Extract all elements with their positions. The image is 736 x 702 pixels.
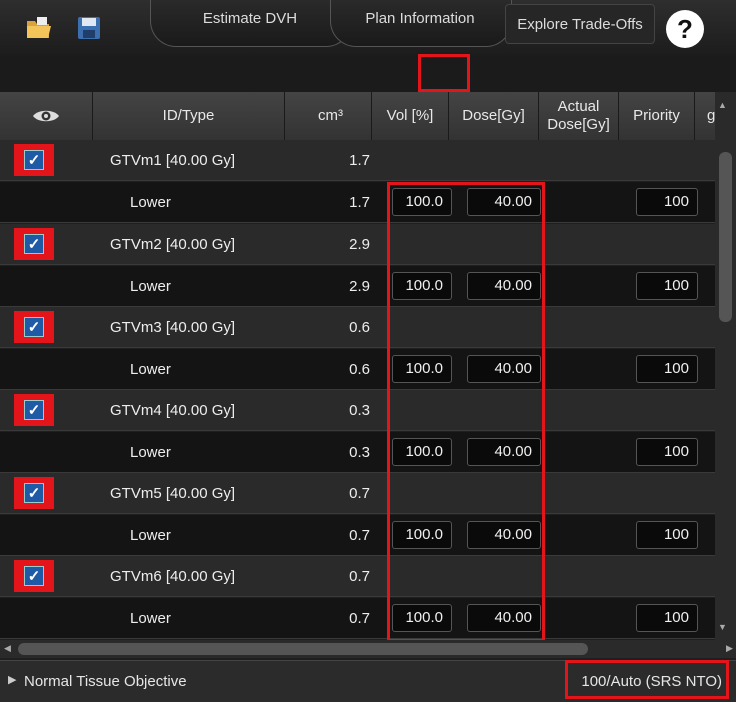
scroll-right-icon[interactable]: ▶ bbox=[726, 643, 733, 654]
priority-input[interactable]: 100 bbox=[636, 521, 698, 549]
vol-percent-input[interactable]: 100.0 bbox=[392, 604, 452, 632]
open-folder-icon[interactable] bbox=[24, 14, 54, 42]
structure-name: GTVm6 [40.00 Gy] bbox=[110, 568, 236, 585]
constraint-row[interactable]: Lower 0.3 100.0 40.00 100 bbox=[0, 432, 715, 473]
checkmark-icon: ✓ bbox=[24, 400, 44, 420]
vertical-scroll-thumb[interactable] bbox=[719, 152, 732, 322]
constraint-row[interactable]: Lower 0.7 100.0 40.00 100 bbox=[0, 598, 715, 639]
structure-row[interactable]: ✓ GTVm3 [40.00 Gy] 0.6 bbox=[0, 307, 715, 348]
constraint-type: Lower bbox=[130, 610, 171, 627]
constraint-volume: 0.6 bbox=[349, 361, 370, 378]
eye-icon bbox=[33, 110, 59, 122]
priority-input[interactable]: 100 bbox=[636, 272, 698, 300]
save-icon[interactable] bbox=[74, 14, 104, 42]
visibility-checkbox[interactable]: ✓ bbox=[14, 560, 54, 592]
dose-input[interactable]: 40.00 bbox=[467, 438, 541, 466]
structure-volume: 1.7 bbox=[349, 152, 370, 169]
vol-percent-input[interactable]: 100.0 bbox=[392, 521, 452, 549]
dose-input[interactable]: 40.00 bbox=[467, 355, 541, 383]
header-actual-dose[interactable]: Actual Dose[Gy] bbox=[539, 92, 619, 140]
constraint-volume: 0.7 bbox=[349, 610, 370, 627]
structure-name: GTVm5 [40.00 Gy] bbox=[110, 485, 236, 502]
structure-name: GTVm3 [40.00 Gy] bbox=[110, 319, 236, 336]
structure-volume: 0.7 bbox=[349, 485, 370, 502]
constraint-volume: 1.7 bbox=[349, 194, 370, 211]
expand-arrow-icon[interactable]: ▶ bbox=[8, 673, 16, 686]
nto-label: Normal Tissue Objective bbox=[24, 673, 187, 690]
priority-input[interactable]: 100 bbox=[636, 604, 698, 632]
constraint-type: Lower bbox=[130, 278, 171, 295]
visibility-checkbox[interactable]: ✓ bbox=[14, 477, 54, 509]
nto-footer[interactable]: ▶ Normal Tissue Objective 100/Auto (SRS … bbox=[0, 660, 736, 702]
visibility-checkbox[interactable]: ✓ bbox=[14, 144, 54, 176]
scroll-left-icon[interactable]: ◀ bbox=[4, 643, 11, 654]
constraint-type: Lower bbox=[130, 527, 171, 544]
structure-name: GTVm1 [40.00 Gy] bbox=[110, 152, 236, 169]
header-cm3[interactable]: cm³ bbox=[285, 92, 372, 140]
constraint-volume: 0.3 bbox=[349, 444, 370, 461]
top-bar: Estimate DVH Plan Information Explore Tr… bbox=[0, 0, 736, 56]
toolbar: ▼ ▼ ▼ bbox=[0, 56, 736, 139]
structure-row[interactable]: ✓ GTVm5 [40.00 Gy] 0.7 bbox=[0, 473, 715, 514]
checkmark-icon: ✓ bbox=[24, 317, 44, 337]
visibility-checkbox[interactable]: ✓ bbox=[14, 228, 54, 260]
constraint-type: Lower bbox=[130, 361, 171, 378]
tab-plan-information[interactable]: Plan Information bbox=[330, 2, 510, 46]
header-id-type[interactable]: ID/Type bbox=[93, 92, 285, 140]
priority-input[interactable]: 100 bbox=[636, 355, 698, 383]
checkmark-icon: ✓ bbox=[24, 150, 44, 170]
header-g[interactable]: g bbox=[695, 92, 715, 140]
scroll-down-icon[interactable]: ▼ bbox=[718, 622, 727, 632]
priority-input[interactable]: 100 bbox=[636, 438, 698, 466]
constraint-row[interactable]: Lower 0.6 100.0 40.00 100 bbox=[0, 349, 715, 390]
dose-input[interactable]: 40.00 bbox=[467, 604, 541, 632]
constraint-row[interactable]: Lower 1.7 100.0 40.00 100 bbox=[0, 182, 715, 223]
checkmark-icon: ✓ bbox=[24, 566, 44, 586]
checkmark-icon: ✓ bbox=[24, 483, 44, 503]
help-button[interactable]: ? bbox=[666, 10, 704, 48]
constraint-row[interactable]: Lower 2.9 100.0 40.00 100 bbox=[0, 266, 715, 307]
objectives-table: ✓ GTVm1 [40.00 Gy] 1.7 Lower 1.7 100.0 4… bbox=[0, 140, 715, 640]
vol-percent-input[interactable]: 100.0 bbox=[392, 272, 452, 300]
vertical-scrollbar[interactable]: ▲ ▼ bbox=[715, 92, 736, 640]
structure-volume: 0.6 bbox=[349, 319, 370, 336]
dose-input[interactable]: 40.00 bbox=[467, 272, 541, 300]
constraint-row[interactable]: Lower 0.7 100.0 40.00 100 bbox=[0, 515, 715, 556]
constraint-type: Lower bbox=[130, 194, 171, 211]
constraint-volume: 0.7 bbox=[349, 527, 370, 544]
horizontal-scrollbar[interactable]: ◀ ▶ bbox=[0, 640, 736, 658]
vol-percent-input[interactable]: 100.0 bbox=[392, 438, 452, 466]
checkmark-icon: ✓ bbox=[24, 234, 44, 254]
vol-percent-input[interactable]: 100.0 bbox=[392, 188, 452, 216]
structure-name: GTVm2 [40.00 Gy] bbox=[110, 236, 236, 253]
structure-volume: 0.7 bbox=[349, 568, 370, 585]
visibility-checkbox[interactable]: ✓ bbox=[14, 394, 54, 426]
vol-percent-input[interactable]: 100.0 bbox=[392, 355, 452, 383]
header-dose[interactable]: Dose[Gy] bbox=[449, 92, 539, 140]
constraint-volume: 2.9 bbox=[349, 278, 370, 295]
header-visibility[interactable] bbox=[0, 92, 93, 140]
scroll-up-icon[interactable]: ▲ bbox=[718, 100, 727, 110]
dose-input[interactable]: 40.00 bbox=[467, 521, 541, 549]
structure-row[interactable]: ✓ GTVm2 [40.00 Gy] 2.9 bbox=[0, 224, 715, 265]
nto-value[interactable]: 100/Auto (SRS NTO) bbox=[581, 673, 722, 690]
tab-estimate-dvh[interactable]: Estimate DVH bbox=[150, 2, 350, 46]
priority-input[interactable]: 100 bbox=[636, 188, 698, 216]
tab-explore-trade-offs[interactable]: Explore Trade-Offs bbox=[505, 4, 655, 44]
structure-name: GTVm4 [40.00 Gy] bbox=[110, 402, 236, 419]
structure-row[interactable]: ✓ GTVm6 [40.00 Gy] 0.7 bbox=[0, 556, 715, 597]
horizontal-scroll-thumb[interactable] bbox=[18, 643, 588, 655]
visibility-checkbox[interactable]: ✓ bbox=[14, 311, 54, 343]
constraint-type: Lower bbox=[130, 444, 171, 461]
structure-row[interactable]: ✓ GTVm1 [40.00 Gy] 1.7 bbox=[0, 140, 715, 181]
table-header: ID/Type cm³ Vol [%] Dose[Gy] Actual Dose… bbox=[0, 92, 715, 140]
structure-volume: 2.9 bbox=[349, 236, 370, 253]
header-vol[interactable]: Vol [%] bbox=[372, 92, 449, 140]
structure-volume: 0.3 bbox=[349, 402, 370, 419]
header-priority[interactable]: Priority bbox=[619, 92, 695, 140]
dose-input[interactable]: 40.00 bbox=[467, 188, 541, 216]
structure-row[interactable]: ✓ GTVm4 [40.00 Gy] 0.3 bbox=[0, 390, 715, 431]
